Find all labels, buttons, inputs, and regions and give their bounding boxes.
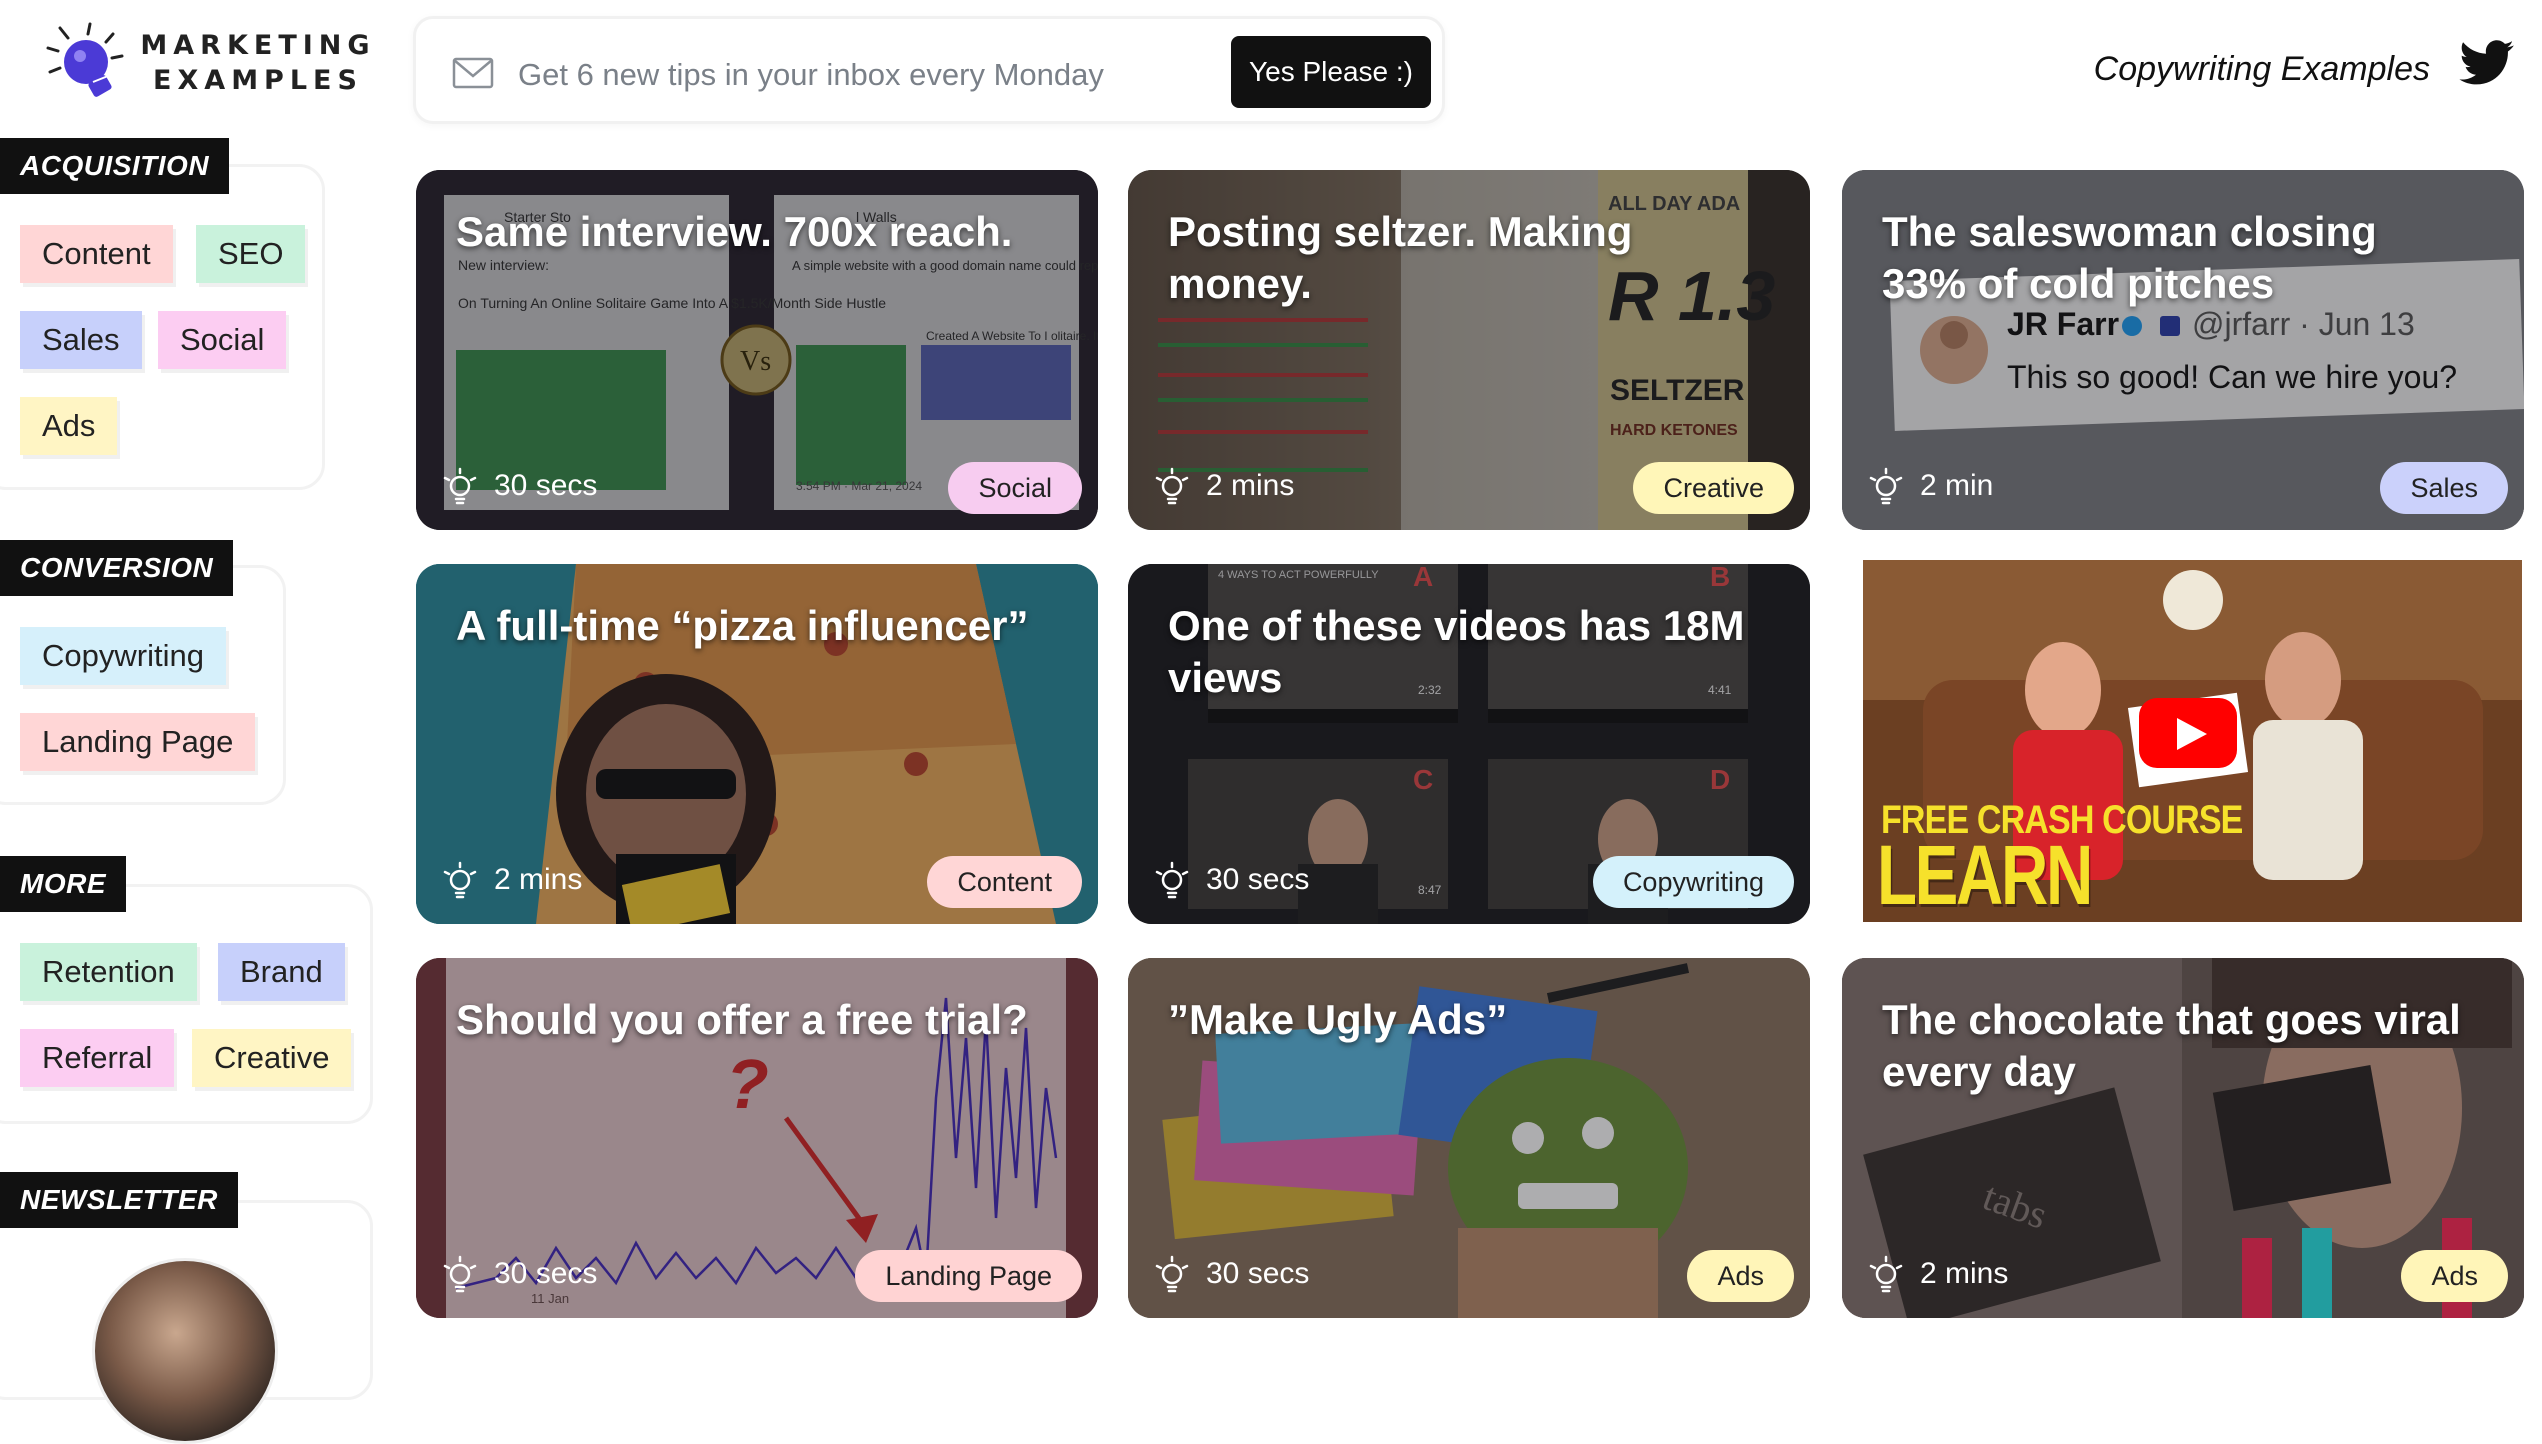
more-box xyxy=(0,884,373,1124)
card-duration: 30 secs xyxy=(1152,858,1309,902)
lightbulb-icon xyxy=(443,1255,477,1293)
newsletter-signup-bar: Get 6 new tips in your inbox every Monda… xyxy=(413,16,1445,124)
card-duration: 30 secs xyxy=(1152,1252,1309,1296)
card-tag[interactable]: Copywriting xyxy=(1592,856,1794,908)
copywriting-examples-link[interactable]: Copywriting Examples xyxy=(2094,50,2430,89)
card-viral-chocolate[interactable]: tabs The chocolate that goes viral every… xyxy=(1842,958,2524,1318)
duration-text: 2 mins xyxy=(494,863,583,896)
newsletter-input[interactable]: Get 6 new tips in your inbox every Monda… xyxy=(518,57,1104,93)
duration-text: 2 mins xyxy=(1206,469,1295,502)
card-tag[interactable]: Landing Page xyxy=(855,1250,1082,1302)
card-duration: 2 mins xyxy=(1152,464,1294,508)
logo-line-2: EXAMPLES xyxy=(153,65,363,96)
lightbulb-icon xyxy=(1155,467,1189,505)
duration-text: 30 secs xyxy=(1206,863,1310,896)
duration-text: 2 min xyxy=(1920,469,1994,502)
conversion-heading: CONVERSION xyxy=(0,540,234,596)
tag-referral[interactable]: Referral xyxy=(20,1029,175,1087)
duration-text: 30 secs xyxy=(494,469,598,502)
twitter-icon[interactable] xyxy=(2459,40,2515,86)
card-tag[interactable]: Ads xyxy=(1687,1250,1794,1302)
card-posting-seltzer[interactable]: ALL DAY ADA R 1.3 SELTZER HARD KETONES P… xyxy=(1128,170,1810,530)
tag-content[interactable]: Content xyxy=(20,225,173,283)
card-duration: 2 mins xyxy=(440,858,582,902)
mail-icon xyxy=(452,57,494,89)
card-duration: 2 mins xyxy=(1866,1252,2008,1296)
card-title: The saleswoman closing 33% of cold pitch… xyxy=(1882,208,2377,307)
card-title: One of these videos has 18M views xyxy=(1168,602,1745,701)
video-line-2: LEARN COPYWRITING xyxy=(1877,828,2323,922)
play-icon[interactable] xyxy=(2139,698,2237,768)
subscribe-button[interactable]: Yes Please :) xyxy=(1231,36,1431,108)
author-avatar xyxy=(92,1258,278,1444)
card-title: A full-time “pizza influencer” xyxy=(456,602,1029,649)
lightbulb-icon xyxy=(1869,467,1903,505)
tag-ads[interactable]: Ads xyxy=(20,397,118,455)
site-logo[interactable]: MARKETING EXAMPLES xyxy=(38,18,370,98)
card-title: Same interview. 700x reach. xyxy=(456,208,1013,255)
card-duration: 30 secs xyxy=(440,1252,597,1296)
tag-copywriting[interactable]: Copywriting xyxy=(20,627,226,685)
duration-text: 2 mins xyxy=(1920,1257,2009,1290)
tag-landing-page[interactable]: Landing Page xyxy=(20,713,256,771)
card-make-ugly-ads[interactable]: ”Make Ugly Ads” 30 secs Ads xyxy=(1128,958,1810,1318)
lightbulb-icon xyxy=(1869,1255,1903,1293)
logo-wordmark: MARKETING EXAMPLES xyxy=(138,28,378,98)
card-same-interview[interactable]: Starter Sto New interview: On Turning An… xyxy=(416,170,1098,530)
card-tag[interactable]: Content xyxy=(927,856,1082,908)
card-tag[interactable]: Social xyxy=(948,462,1082,514)
tag-social[interactable]: Social xyxy=(158,311,287,369)
card-duration: 2 min xyxy=(1866,464,1993,508)
acquisition-heading: ACQUISITION xyxy=(0,138,230,194)
lightbulb-icon xyxy=(443,467,477,505)
card-title: Should you offer a free trial? xyxy=(456,996,1028,1043)
copywriting-course-video[interactable]: FREE CRASH COURSE LEARN COPYWRITING xyxy=(1863,560,2522,922)
card-tag[interactable]: Ads xyxy=(2401,1250,2508,1302)
card-saleswoman[interactable]: JR Farr @jrfarr · Jun 13 This so good! C… xyxy=(1842,170,2524,530)
bulb-icon xyxy=(46,22,124,97)
card-18m-views[interactable]: 4 WAYS TO ACT POWERFULLY A B C D 2:32 4:… xyxy=(1128,564,1810,924)
card-tag[interactable]: Sales xyxy=(2380,462,2508,514)
tag-retention[interactable]: Retention xyxy=(20,943,197,1001)
card-title: The chocolate that goes viral every day xyxy=(1882,996,2461,1095)
card-title: Posting seltzer. Making money. xyxy=(1168,208,1633,307)
tag-sales[interactable]: Sales xyxy=(20,311,142,369)
tag-creative[interactable]: Creative xyxy=(192,1029,352,1087)
newsletter-heading: NEWSLETTER xyxy=(0,1172,238,1228)
card-duration: 30 secs xyxy=(440,464,597,508)
more-heading: MORE xyxy=(0,856,126,912)
tag-seo[interactable]: SEO xyxy=(196,225,306,283)
card-free-trial[interactable]: ? 11 Jan Should you offer a free trial? … xyxy=(416,958,1098,1318)
lightbulb-icon xyxy=(443,861,477,899)
card-pizza-influencer[interactable]: A full-time “pizza influencer” 2 mins Co… xyxy=(416,564,1098,924)
duration-text: 30 secs xyxy=(1206,1257,1310,1290)
card-title: ”Make Ugly Ads” xyxy=(1168,996,1508,1043)
lightbulb-icon xyxy=(1155,861,1189,899)
logo-line-1: MARKETING xyxy=(140,30,376,61)
tag-brand[interactable]: Brand xyxy=(218,943,345,1001)
card-tag[interactable]: Creative xyxy=(1633,462,1794,514)
duration-text: 30 secs xyxy=(494,1257,598,1290)
lightbulb-icon xyxy=(1155,1255,1189,1293)
